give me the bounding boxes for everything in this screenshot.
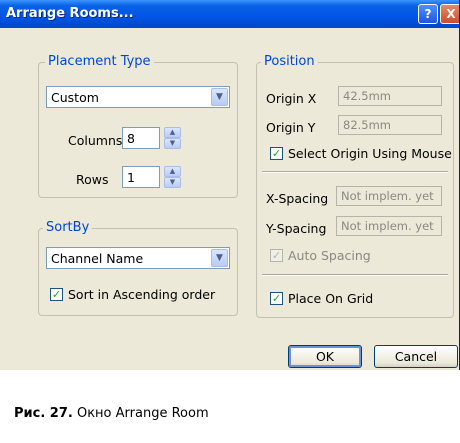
sortby-combo[interactable]: Channel Name ▼ [46,247,230,269]
origin-x-value: 42.5mm [343,89,392,103]
y-spacing-field: Not implem. yet [336,216,442,236]
sort-ascending-checkbox[interactable]: ✓ [50,288,63,301]
x-spacing-field: Not implem. yet [336,186,442,206]
select-origin-label: Select Origin Using Mouse [288,146,452,161]
placement-type-legend: Placement Type [45,54,154,69]
chevron-down-icon[interactable]: ▼ [211,88,228,106]
stepper-up-icon[interactable]: ▲ [164,166,181,177]
origin-x-field: 42.5mm [338,86,442,106]
place-on-grid-label: Place On Grid [288,291,374,306]
sortby-group: SortBy [38,220,238,316]
origin-y-label: Origin Y [266,120,316,135]
columns-stepper[interactable]: ▲ ▼ [164,127,181,149]
columns-label: Columns [68,133,123,148]
position-legend: Position [261,54,318,69]
x-spacing-value: Not implem. yet [341,189,434,203]
window-title: Arrange Rooms... [6,6,134,21]
chevron-down-icon[interactable]: ▼ [211,249,228,267]
rows-stepper[interactable]: ▲ ▼ [164,166,181,188]
auto-spacing-label: Auto Spacing [288,248,371,263]
place-on-grid-checkbox[interactable]: ✓ [270,292,283,305]
columns-value: 8 [127,131,135,146]
x-spacing-label: X-Spacing [266,191,329,206]
placement-type-combo[interactable]: Custom ▼ [46,86,230,108]
sortby-value: Channel Name [51,251,144,266]
origin-x-label: Origin X [266,91,317,106]
columns-input[interactable]: 8 [122,127,160,149]
cancel-button[interactable]: Cancel [374,345,458,368]
sort-ascending-label: Sort in Ascending order [68,287,216,302]
auto-spacing-checkbox: ✓ [270,249,283,262]
title-bar[interactable]: Arrange Rooms... ? X [0,0,459,28]
origin-y-value: 82.5mm [343,118,392,132]
ok-button[interactable]: OK [288,345,362,368]
select-origin-checkbox[interactable]: ✓ [270,147,283,160]
close-icon[interactable]: X [440,4,459,24]
stepper-down-icon[interactable]: ▼ [164,177,181,188]
position-separator [262,274,448,276]
stepper-down-icon[interactable]: ▼ [164,138,181,149]
sortby-legend: SortBy [43,220,93,235]
origin-y-field: 82.5mm [338,115,442,135]
rows-value: 1 [127,170,135,185]
position-separator [262,171,448,173]
y-spacing-value: Not implem. yet [341,219,434,233]
arrange-rooms-dialog: Arrange Rooms... ? X Placement Type Cust… [0,0,460,370]
rows-input[interactable]: 1 [122,166,160,188]
stepper-up-icon[interactable]: ▲ [164,127,181,138]
placement-type-value: Custom [51,90,99,105]
help-icon[interactable]: ? [418,4,438,24]
figure-caption: Рис. 27. Окно Arrange Room [14,406,209,421]
figure-caption-prefix: Рис. 27. [14,406,73,421]
figure-caption-text: Окно Arrange Room [72,406,209,421]
rows-label: Rows [76,172,109,187]
y-spacing-label: Y-Spacing [266,221,327,236]
